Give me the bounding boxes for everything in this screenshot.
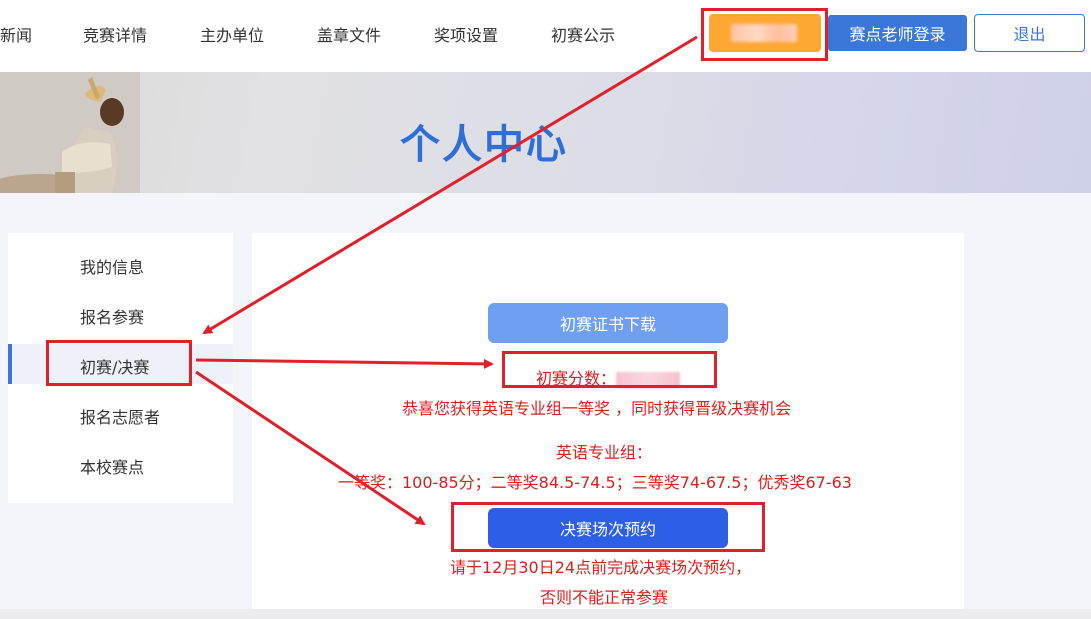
banner: 个人中心 bbox=[0, 72, 1091, 193]
sidebar-item-label: 初赛/决赛 bbox=[80, 358, 150, 377]
user-account-button[interactable] bbox=[709, 14, 821, 52]
sidebar-item-school-venue[interactable]: 本校赛点 bbox=[8, 444, 233, 484]
banner-figure-image bbox=[0, 72, 140, 193]
footer-strip bbox=[0, 609, 1091, 619]
sidebar-item-label: 我的信息 bbox=[80, 258, 145, 277]
blurred-username bbox=[731, 24, 797, 42]
sidebar-item-label: 报名参赛 bbox=[80, 308, 145, 327]
group-title: 英语专业组： bbox=[556, 443, 653, 462]
final-session-booking-button[interactable]: 决赛场次预约 bbox=[488, 508, 728, 548]
sidebar-item-label: 报名志愿者 bbox=[80, 408, 161, 427]
score-label: 初赛分数： bbox=[536, 369, 617, 388]
top-header: 新闻 竞赛详情 主办单位 盖章文件 奖项设置 初赛公示 赛点老师登录 退出 bbox=[0, 0, 1091, 72]
sidebar: 我的信息 报名参赛 初赛/决赛 报名志愿者 本校赛点 bbox=[8, 233, 233, 503]
congrats-message: 恭喜您获得英语专业组一等奖 ，同时获得晋级决赛机会 bbox=[402, 399, 792, 418]
nav-award-settings[interactable]: 奖项设置 bbox=[434, 22, 498, 46]
blurred-score bbox=[616, 371, 681, 388]
sidebar-item-volunteer[interactable]: 报名志愿者 bbox=[8, 394, 233, 434]
logout-button[interactable]: 退出 bbox=[974, 14, 1085, 52]
score-line: 初赛分数： bbox=[536, 365, 681, 389]
certificate-download-button[interactable]: 初赛证书下载 bbox=[488, 303, 728, 343]
deadline-notice-line1: 请于12月30日24点前完成决赛场次预约， bbox=[450, 558, 752, 577]
deadline-notice-line2: 否则不能正常参赛 bbox=[540, 588, 669, 607]
award-ranges: 一等奖：100-85分；二等奖84.5-74.5；三等奖74-67.5；优秀奖6… bbox=[338, 473, 852, 492]
sidebar-item-preliminary-final[interactable]: 初赛/决赛 bbox=[8, 344, 233, 384]
sidebar-item-register[interactable]: 报名参赛 bbox=[8, 294, 233, 334]
nav-news[interactable]: 新闻 bbox=[0, 22, 32, 46]
nav-preliminary-publicity[interactable]: 初赛公示 bbox=[551, 22, 615, 46]
page-title: 个人中心 bbox=[400, 122, 568, 168]
nav-organizers[interactable]: 主办单位 bbox=[200, 22, 264, 46]
nav-stamped-documents[interactable]: 盖章文件 bbox=[317, 22, 381, 46]
sidebar-item-label: 本校赛点 bbox=[80, 458, 145, 477]
teacher-login-button[interactable]: 赛点老师登录 bbox=[828, 15, 967, 51]
sidebar-item-my-info[interactable]: 我的信息 bbox=[8, 244, 233, 284]
main-panel: 初赛证书下载 初赛分数： 恭喜您获得英语专业组一等奖 ，同时获得晋级决赛机会 英… bbox=[252, 233, 964, 609]
nav-competition-details[interactable]: 竞赛详情 bbox=[83, 22, 147, 46]
